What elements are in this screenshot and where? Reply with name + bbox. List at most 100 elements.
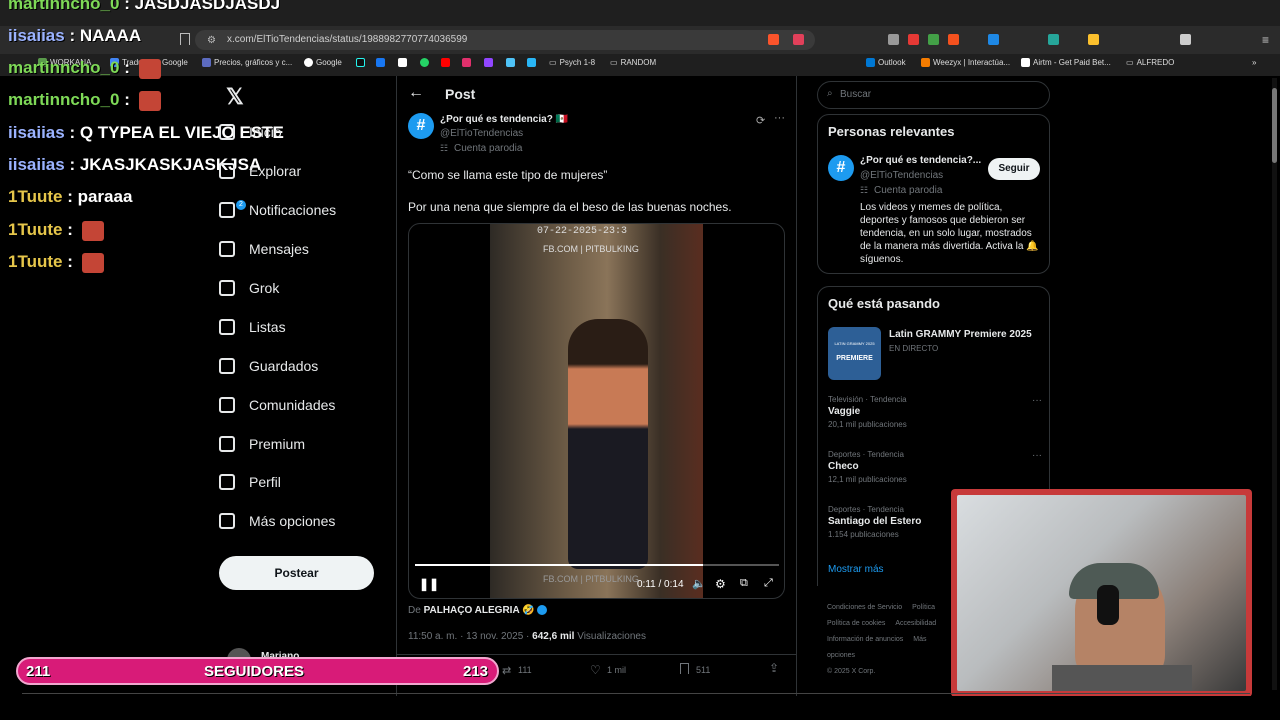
pip-icon[interactable]: ⧉ — [740, 577, 748, 590]
messages-icon — [219, 241, 235, 257]
volume-icon[interactable]: 🔈 — [692, 577, 706, 590]
webcam-overlay — [951, 489, 1252, 697]
trend-item[interactable]: Deportes · Tendencia Checo 12,1 mil public… — [828, 450, 1042, 494]
bookmark-prices[interactable]: Precios, gráficos y c... — [202, 58, 292, 67]
back-arrow-icon[interactable]: ← — [408, 84, 424, 102]
bookmark-folder-alfredo[interactable]: ▭ ALFREDO — [1126, 58, 1174, 67]
page-scrollbar[interactable] — [1272, 78, 1277, 690]
bookmark-site[interactable] — [506, 58, 515, 67]
search-input[interactable]: Buscar — [840, 89, 871, 100]
bookmark-google-1[interactable]: Google — [162, 58, 188, 67]
nav-item-more[interactable]: Más opciones — [219, 513, 389, 529]
followers-bar: 211 SEGUIDORES 213 — [16, 657, 499, 685]
bookmark-count: 511 — [696, 665, 711, 675]
nav-item-messages[interactable]: Mensajes — [219, 241, 389, 257]
site-settings-icon[interactable]: ⚙ — [207, 35, 216, 46]
home-icon — [219, 124, 235, 140]
bookmark-folder-psych[interactable]: ▭ Psych 1-8 — [549, 58, 595, 67]
author-name[interactable]: ¿Por qué es tendencia? 🇲🇽 — [440, 114, 568, 125]
chat-line: 1Tuute : — [8, 252, 104, 273]
author-avatar[interactable]: # — [408, 113, 434, 139]
trend-item[interactable]: Televisión · Tendencia Vaggie 20,1 mil pub… — [828, 395, 1042, 439]
nav-item-bookmarks[interactable]: Guardados — [219, 358, 389, 374]
prices-icon — [202, 58, 211, 67]
pause-icon[interactable]: ❚❚ — [419, 577, 439, 591]
bookmark-site-2[interactable] — [527, 58, 536, 67]
bookmark-weezyx[interactable]: Weezyx | Interactúa... — [921, 58, 1010, 67]
x-logo-icon[interactable]: 𝕏 — [226, 84, 244, 110]
bookmark-twitch[interactable] — [484, 58, 493, 67]
relevant-people-panel: Personas relevantes # ¿Por qué es tenden… — [817, 114, 1050, 274]
post-divider — [396, 654, 796, 655]
brave-shield-icon[interactable] — [768, 34, 779, 45]
video-progress-fill — [415, 564, 703, 566]
extension-icon-7[interactable] — [1088, 34, 1099, 45]
scrollbar-thumb[interactable] — [1272, 88, 1277, 163]
address-bar[interactable]: x.com/ElTioTendencias/status/19889827707… — [195, 30, 815, 50]
nav-item-grok[interactable]: Grok — [219, 280, 389, 296]
trend-more-icon[interactable]: ··· — [1032, 450, 1042, 461]
bookmark-whatsapp[interactable] — [420, 58, 429, 67]
nav-item-profile[interactable]: Perfil — [219, 474, 389, 490]
bookmark-airtm[interactable]: Airtm - Get Paid Bet... — [1021, 58, 1111, 67]
footer-link[interactable]: Política — [912, 604, 935, 611]
show-more-link[interactable]: Mostrar más — [828, 564, 884, 575]
more-icon[interactable]: ··· — [774, 112, 785, 124]
extension-icon-6[interactable] — [1048, 34, 1059, 45]
footer-link[interactable]: Información de anuncios — [827, 636, 903, 643]
retweet-icon[interactable]: ⇄ — [502, 664, 511, 677]
post-button[interactable]: Postear — [219, 556, 374, 590]
extension-icon-5[interactable] — [988, 34, 999, 45]
relevant-bio: Los videos y memes de política, deportes… — [860, 202, 1039, 265]
bookmarks-overflow-icon[interactable]: » — [1252, 58, 1256, 67]
event-thumbnail[interactable]: LATIN GRAMMY 2025 PREMIERE — [828, 327, 881, 380]
bookmark-tiktok[interactable] — [356, 58, 365, 67]
menu-icon[interactable]: ≡ — [1262, 33, 1269, 47]
nav-item-explore[interactable]: Explorar — [219, 163, 389, 179]
bookmark-youtube[interactable] — [441, 58, 450, 67]
bookmark-outlook[interactable]: Outlook — [866, 58, 906, 67]
explore-icon — [219, 163, 235, 179]
relevant-avatar[interactable]: # — [828, 155, 854, 181]
extension-icon-4[interactable] — [948, 34, 959, 45]
trend-more-icon[interactable]: ··· — [1032, 395, 1042, 406]
settings-icon[interactable]: ⚙ — [715, 577, 726, 591]
share-icon[interactable]: ⇪ — [769, 661, 779, 675]
nav-item-premium[interactable]: Premium — [219, 436, 389, 452]
chat-username: 1Tuute — [8, 187, 63, 206]
nav-label: Grok — [249, 280, 280, 296]
relevant-name[interactable]: ¿Por qué es tendencia?... — [860, 155, 981, 166]
footer-link[interactable]: Accesibilidad — [895, 620, 936, 627]
bookmark-facebook[interactable] — [376, 58, 385, 67]
bookmark-instagram[interactable] — [462, 58, 471, 67]
grok-icon[interactable]: ⟳ — [756, 114, 765, 127]
nav-item-communities[interactable]: Comunidades — [219, 397, 389, 413]
footer-link[interactable]: Condiciones de Servicio — [827, 604, 902, 611]
source-account[interactable]: PALHAÇO ALEGRIA 🤣 — [424, 605, 535, 616]
extension-icon-1[interactable] — [888, 34, 899, 45]
streamer-shirt — [1052, 665, 1192, 691]
search-box[interactable]: ⌕ Buscar — [817, 81, 1050, 109]
post-time[interactable]: 11:50 a. m. · 13 nov. 2025 · — [408, 631, 529, 642]
bookmark-google-2[interactable]: Google — [304, 58, 342, 67]
extension-icon-2[interactable] — [908, 34, 919, 45]
bookmark-x[interactable] — [398, 58, 407, 67]
video-player[interactable]: 07-22-2025-23:3 FB.COM | PITBULKING FB.C… — [408, 223, 785, 599]
nav-item-lists[interactable]: Listas — [219, 319, 389, 335]
video-progress-track[interactable] — [415, 564, 779, 566]
fullscreen-icon[interactable]: ⤢ — [764, 577, 773, 590]
extension-icon-3[interactable] — [928, 34, 939, 45]
rewards-icon[interactable] — [793, 34, 804, 45]
like-icon[interactable]: ♡ — [590, 663, 601, 677]
nav-item-home[interactable]: Inicio — [219, 124, 389, 140]
author-handle[interactable]: @ElTioTendencias — [440, 128, 523, 139]
bookmark-icon[interactable] — [680, 663, 689, 674]
extension-icon-8[interactable] — [1180, 34, 1191, 45]
bookmark-folder-random[interactable]: ▭ RANDOM — [610, 58, 656, 67]
relevant-handle[interactable]: @ElTioTendencias — [860, 170, 943, 181]
event-title[interactable]: Latin GRAMMY Premiere 2025 — [889, 329, 1032, 340]
bookmark-star-icon[interactable] — [180, 33, 190, 45]
follow-button[interactable]: Seguir — [988, 158, 1040, 180]
youtube-icon — [441, 58, 450, 67]
footer-link[interactable]: Política de cookies — [827, 620, 885, 627]
